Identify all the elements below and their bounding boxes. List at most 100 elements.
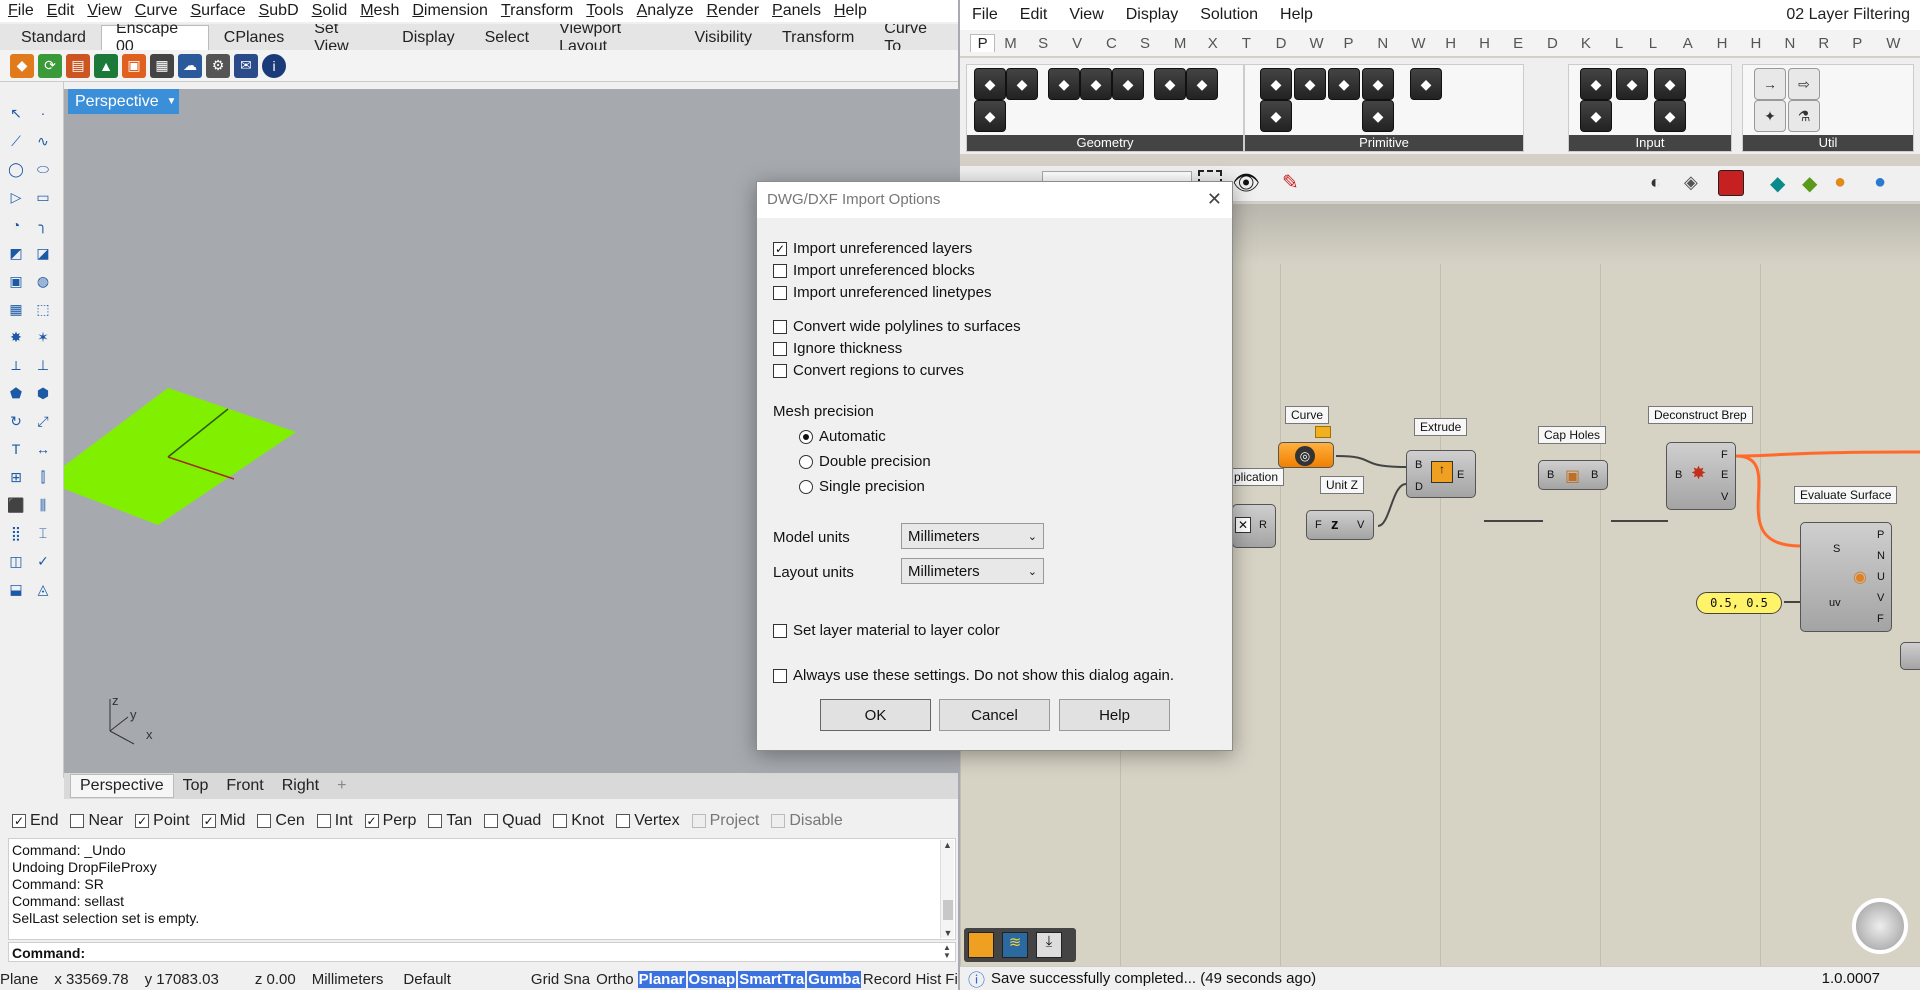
osnap-near[interactable]: Near	[70, 812, 123, 830]
gh-tab[interactable]: W	[1886, 35, 1920, 52]
unit-z-component[interactable]: F V z	[1306, 510, 1374, 540]
checkbox-box[interactable]: ✓	[201, 814, 216, 828]
gh-tab[interactable]: C	[1106, 35, 1140, 52]
viewport-title[interactable]: Perspective	[68, 89, 165, 114]
gh-tab[interactable]: P	[1852, 35, 1886, 52]
checkbox-box[interactable]	[553, 814, 568, 828]
cancel-button[interactable]: Cancel	[939, 699, 1050, 731]
ribbon-colour-icon[interactable]: ◆	[1410, 68, 1442, 100]
enscape-info-icon[interactable]: i	[262, 53, 286, 78]
toolbar-tab[interactable]: Select	[470, 25, 544, 50]
ribbon-vector-icon[interactable]: ◆	[1006, 68, 1038, 100]
menu-subd[interactable]: SubD	[259, 2, 299, 20]
array-icon[interactable]: ⊞	[5, 466, 27, 488]
layout-icon[interactable]: ⫼	[32, 494, 54, 516]
evaluate-surface-component[interactable]: S uv P N U V F ◉	[1800, 522, 1892, 632]
checkbox-box[interactable]	[257, 814, 272, 828]
gh-tab[interactable]: A	[1683, 35, 1717, 52]
osnap-knot[interactable]: Knot	[553, 812, 604, 830]
toolbar-tab[interactable]: Curve To	[869, 24, 958, 50]
download-icon[interactable]: ⤓	[1036, 932, 1062, 958]
checkbox-box[interactable]	[70, 814, 85, 828]
ribbon-point-icon[interactable]: ◆	[974, 68, 1006, 100]
trim-icon[interactable]: ⊥	[32, 354, 54, 376]
command-spin-icon[interactable]: ▲ ▼	[940, 944, 954, 960]
checkbox-box[interactable]	[316, 814, 331, 828]
checkbox-box[interactable]	[484, 814, 499, 828]
checkbox-box[interactable]	[773, 623, 787, 638]
rectangle-icon[interactable]: ▭	[32, 186, 54, 208]
toolbar-tab[interactable]: Display	[387, 25, 469, 50]
osnap-disable[interactable]: Disable	[771, 812, 843, 830]
properties-icon[interactable]: ⬓	[5, 578, 27, 600]
status-ortho[interactable]: Ortho	[596, 971, 634, 988]
preview-eye-icon[interactable]: 👁	[1232, 170, 1260, 196]
status-record-history[interactable]: Record Hist	[863, 971, 941, 988]
ribbon-data-input-icon[interactable]: ◆	[1580, 68, 1612, 100]
menu-transform[interactable]: Transform	[501, 2, 573, 20]
menu-curve[interactable]: Curve	[135, 2, 178, 20]
cap-holes-component[interactable]: B B ▣	[1538, 460, 1608, 490]
polygon-icon[interactable]: ▷	[5, 186, 27, 208]
checkbox-box[interactable]	[773, 363, 787, 378]
point-icon[interactable]: ·	[32, 102, 54, 124]
always-use-checkbox[interactable]: Always use these settings. Do not show t…	[773, 667, 1174, 684]
osnap-int[interactable]: Int	[316, 812, 353, 830]
boolean-icon[interactable]: ⬢	[32, 382, 54, 404]
analyze-icon[interactable]: ◫	[5, 550, 27, 572]
enscape-settings-icon[interactable]: ⚙	[206, 53, 230, 78]
checkbox-box[interactable]	[616, 814, 631, 828]
menu-dimension[interactable]: Dimension	[412, 2, 488, 20]
dialog-checkbox[interactable]: Convert wide polylines to surfaces	[773, 318, 1021, 335]
loft-icon[interactable]: ◪	[32, 242, 54, 264]
menu-file[interactable]: File	[8, 2, 34, 20]
sphere-icon[interactable]: ◍	[32, 270, 54, 292]
ribbon-domain-icon[interactable]: ◆	[1328, 68, 1360, 100]
checkbox-box[interactable]	[773, 319, 787, 334]
offscreen-component[interactable]	[1900, 642, 1920, 670]
checkbox-box[interactable]: ✓	[135, 814, 150, 828]
menu-mesh[interactable]: Mesh	[360, 2, 399, 20]
gh-tab[interactable]: S	[1140, 35, 1174, 52]
gh-tab[interactable]: P	[970, 34, 996, 52]
ribbon-util-icon[interactable]: →	[1754, 68, 1786, 100]
menu-edit[interactable]: Edit	[47, 2, 75, 20]
scale-icon[interactable]: ⤢	[32, 410, 54, 432]
gh-tab[interactable]: H	[1717, 35, 1751, 52]
text-icon[interactable]: T	[5, 438, 27, 460]
layout-units-select[interactable]: Millimeters ⌄	[901, 558, 1044, 584]
status-plane[interactable]: Plane	[0, 971, 38, 988]
checkbox-box[interactable]	[771, 814, 786, 828]
enscape-start-icon[interactable]: ◆	[10, 53, 34, 78]
gh-tab[interactable]: R	[1818, 35, 1852, 52]
enscape-feedback-icon[interactable]: ✉	[234, 53, 258, 78]
material-icon[interactable]: ◆	[1802, 171, 1817, 196]
osnap-tan[interactable]: Tan	[428, 812, 472, 830]
mesh-precision-radio[interactable]: Single precision	[799, 478, 925, 495]
ribbon-circle-icon[interactable]: ◆	[1048, 68, 1080, 100]
uv-panel[interactable]: 0.5, 0.5	[1696, 592, 1782, 614]
dialog-checkbox[interactable]: ✓ Import unreferenced layers	[773, 240, 972, 257]
curve-param[interactable]: ◎	[1278, 442, 1334, 468]
model-units-select[interactable]: Millimeters ⌄	[901, 523, 1044, 549]
box-icon[interactable]: ▣	[5, 270, 27, 292]
enscape-upload-icon[interactable]: ☁	[178, 53, 202, 78]
dialog-checkbox[interactable]: Convert regions to curves	[773, 362, 964, 379]
dimension-icon[interactable]: ↔	[32, 438, 54, 460]
gh-tab[interactable]: M	[1174, 35, 1208, 52]
osnap-project[interactable]: Project	[691, 812, 759, 830]
gh-tab[interactable]: H	[1751, 35, 1785, 52]
green-plane-surface[interactable]	[64, 388, 296, 525]
dialog-checkbox[interactable]: Import unreferenced blocks	[773, 262, 975, 279]
align-icon[interactable]: ⫿	[32, 466, 54, 488]
ribbon-util-icon[interactable]: ⚗	[1788, 100, 1820, 132]
osnap-end[interactable]: ✓ End	[12, 812, 58, 830]
help-button[interactable]: Help	[1059, 699, 1170, 731]
menu-tools[interactable]: Tools	[586, 2, 623, 20]
gh-menu-file[interactable]: File	[972, 6, 998, 24]
gh-tab[interactable]: W	[1310, 35, 1344, 52]
polyline-icon[interactable]: ⟋	[5, 130, 27, 152]
ribbon-surface-icon[interactable]: ◆	[1112, 68, 1144, 100]
gh-menu-solution[interactable]: Solution	[1200, 6, 1258, 24]
gh-menu-display[interactable]: Display	[1126, 6, 1178, 24]
